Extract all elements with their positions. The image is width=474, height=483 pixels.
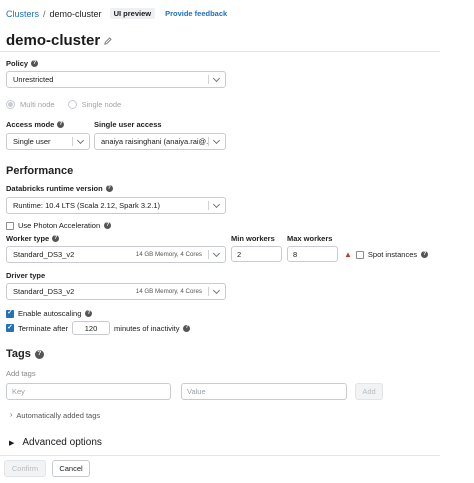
check-icon: ✓ xyxy=(7,309,13,317)
tag-key-input[interactable]: Key xyxy=(6,383,171,400)
chevron-down-icon xyxy=(212,249,221,257)
max-workers-label: Max workers xyxy=(287,234,333,243)
node-mode-group: Multi node Single node xyxy=(6,100,121,109)
chevron-down-icon xyxy=(212,74,221,82)
access-mode-select[interactable]: Single user xyxy=(6,133,90,150)
help-icon[interactable]: ? xyxy=(52,235,60,242)
footer-divider xyxy=(0,455,440,456)
auto-tags-toggle[interactable]: › Automatically added tags xyxy=(10,411,100,420)
help-icon[interactable]: ? xyxy=(104,222,112,229)
auto-tags-label: Automatically added tags xyxy=(16,411,101,420)
single-user-access-label: Single user access xyxy=(94,120,162,129)
help-icon[interactable]: ? xyxy=(57,121,65,128)
pencil-icon[interactable] xyxy=(104,36,112,45)
policy-label: Policy? xyxy=(6,59,39,68)
min-workers-input[interactable]: 2 xyxy=(231,246,282,262)
advanced-options-label: Advanced options xyxy=(22,437,102,448)
autoscaling-checkbox[interactable]: ✓ xyxy=(6,309,14,318)
policy-value: Unrestricted xyxy=(13,75,54,84)
runtime-value: Runtime: 10.4 LTS (Scala 2.12, Spark 3.2… xyxy=(13,201,161,210)
help-icon[interactable]: ? xyxy=(183,324,191,332)
policy-select[interactable]: Unrestricted xyxy=(6,71,226,88)
help-icon[interactable]: ? xyxy=(85,310,93,317)
confirm-button[interactable]: Confirm xyxy=(4,460,46,477)
ui-preview-badge: UI preview xyxy=(109,8,156,19)
photon-checkbox-row[interactable]: Use Photon Acceleration ? xyxy=(6,221,112,230)
tags-heading: Tags? xyxy=(6,348,44,360)
add-tags-label: Add tags xyxy=(6,369,36,378)
provide-feedback-link[interactable]: Provide feedback xyxy=(165,9,227,18)
performance-heading: Performance xyxy=(6,165,74,177)
single-node-label: Single node xyxy=(81,100,122,109)
help-icon[interactable]: ? xyxy=(421,251,429,258)
page-title-row: demo-cluster xyxy=(6,32,112,49)
worker-type-meta: 14 GB Memory, 4 Cores xyxy=(135,251,202,258)
worker-type-label: Worker type? xyxy=(6,234,60,243)
spot-instances-row[interactable]: ▲ Spot instances ? xyxy=(344,250,429,259)
help-icon[interactable]: ? xyxy=(34,349,44,359)
advanced-options-toggle[interactable]: ▶ Advanced options xyxy=(9,437,102,448)
check-icon: ✓ xyxy=(7,323,13,331)
cancel-button[interactable]: Cancel xyxy=(52,460,90,477)
multi-node-label: Multi node xyxy=(20,100,55,109)
terminate-minutes-input[interactable]: 120 xyxy=(72,321,111,335)
worker-type-select[interactable]: Standard_DS3_v2 14 GB Memory, 4 Cores xyxy=(6,246,226,263)
runtime-select[interactable]: Runtime: 10.4 LTS (Scala 2.12, Spark 3.2… xyxy=(6,197,226,214)
spot-instances-checkbox[interactable] xyxy=(355,250,364,259)
help-icon[interactable]: ? xyxy=(105,185,113,192)
single-user-access-value: anaiya raisinghani (anaiya.rai@... xyxy=(101,137,208,146)
autoscaling-label: Enable autoscaling xyxy=(18,309,82,318)
spot-instances-label: Spot instances xyxy=(367,250,418,259)
photon-label: Use Photon Acceleration xyxy=(18,221,101,230)
help-icon[interactable]: ? xyxy=(31,60,39,67)
breadcrumb: Clusters / demo-cluster UI preview Provi… xyxy=(6,8,227,19)
access-mode-label: Access mode? xyxy=(6,120,65,129)
runtime-label: Databricks runtime version? xyxy=(6,184,113,193)
caret-right-icon: ▶ xyxy=(9,439,15,447)
chevron-down-icon xyxy=(212,286,221,294)
worker-type-value: Standard_DS3_v2 xyxy=(13,250,75,259)
chevron-down-icon xyxy=(212,200,221,208)
terminate-suffix: minutes of inactivity xyxy=(114,323,180,333)
max-workers-input[interactable]: 8 xyxy=(287,246,338,262)
breadcrumb-separator: / xyxy=(43,8,46,19)
autoscaling-row[interactable]: ✓ Enable autoscaling ? xyxy=(6,309,93,318)
chevron-right-icon: › xyxy=(10,412,13,419)
driver-type-select[interactable]: Standard_DS3_v2 14 GB Memory, 4 Cores xyxy=(6,283,226,300)
access-mode-value: Single user xyxy=(13,137,51,146)
single-node-radio[interactable] xyxy=(67,100,77,109)
driver-type-label: Driver type xyxy=(6,271,46,280)
single-user-access-select[interactable]: anaiya raisinghani (anaiya.rai@... xyxy=(94,133,226,150)
min-workers-label: Min workers xyxy=(231,234,275,243)
title-divider xyxy=(0,51,440,52)
warning-icon: ▲ xyxy=(344,250,352,259)
chevron-down-icon xyxy=(76,136,85,144)
driver-type-meta: 14 GB Memory, 4 Cores xyxy=(135,288,202,295)
chevron-down-icon xyxy=(212,136,221,144)
breadcrumb-current: demo-cluster xyxy=(49,8,102,19)
terminate-row: ✓ Terminate after 120 minutes of inactiv… xyxy=(6,321,191,335)
breadcrumb-clusters-link[interactable]: Clusters xyxy=(6,9,39,19)
terminate-checkbox[interactable]: ✓ xyxy=(6,324,14,332)
terminate-label: Terminate after xyxy=(18,323,69,333)
photon-checkbox[interactable] xyxy=(6,221,14,230)
driver-type-value: Standard_DS3_v2 xyxy=(13,287,75,296)
multi-node-radio[interactable] xyxy=(6,100,15,109)
add-tag-button[interactable]: Add xyxy=(355,383,383,400)
page-title: demo-cluster xyxy=(6,32,101,49)
tag-value-input[interactable]: Value xyxy=(181,383,347,400)
